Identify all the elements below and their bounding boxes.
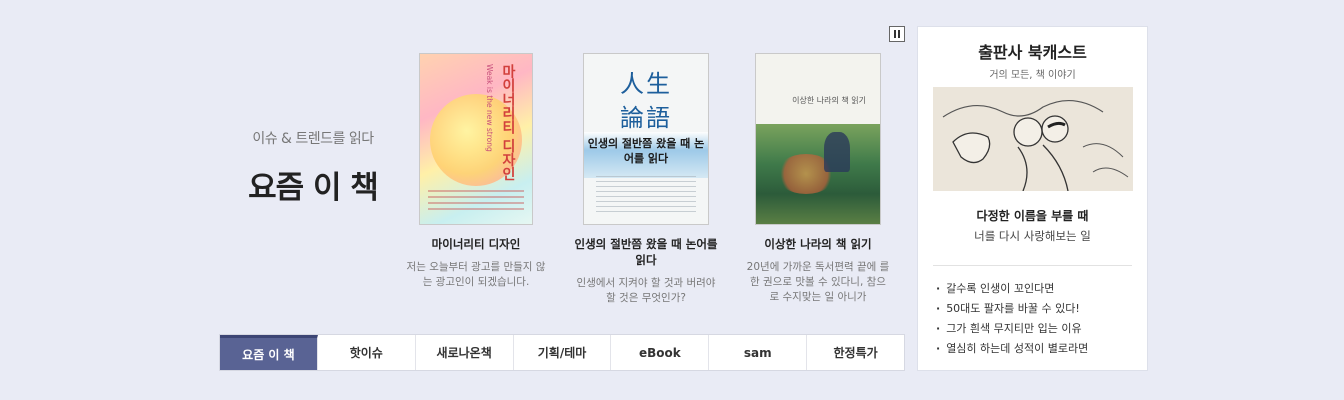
section-header: 이슈 & 트렌드를 읽다 요즘 이 책 [228,128,398,207]
cover-text-lines [428,190,524,214]
book-description: 저는 오늘부터 광고를 만들지 않는 광고인이 되겠습니다. [406,261,546,288]
tab-hot-issue[interactable]: 핫이슈 [318,335,416,370]
book-description: 인생에서 지켜야 할 것과 버려야 할 것은 무엇인가? [576,277,716,304]
tab-theme[interactable]: 기획/테마 [514,335,612,370]
list-item[interactable]: 50대도 팔자를 바꿀 수 있다! [936,299,1088,319]
list-item[interactable]: 갈수록 인생이 꼬인다면 [936,279,1088,299]
book-card[interactable]: 이상한 나라의 책 읽기 이상한 나라의 책 읽기 20년에 가까운 독서편력 … [740,54,896,305]
category-tabs: 요즘 이 책 핫이슈 새로나온책 기획/테마 eBook sam 한정특가 [219,334,905,371]
podcast-panel: 출판사 북캐스트 거의 모든, 책 이야기 다정한 이름을 부를 때 너를 다시… [917,26,1148,371]
book-cover[interactable]: 마이너리티 디자인 Weak is the new strong [420,54,532,224]
list-item[interactable]: 열심히 하는데 성적이 별로라면 [936,339,1088,359]
cover-hanja-2: 論語 [620,104,672,132]
section-title: 요즘 이 책 [248,170,379,206]
list-item[interactable]: 그가 흰색 무지티만 입는 이유 [936,319,1088,339]
tab-new-books[interactable]: 새로나온책 [416,335,514,370]
episode-subtitle: 너를 다시 사랑해보는 일 [974,229,1091,243]
cover-art [756,124,880,224]
book-card[interactable]: 人生 論語 인생의 절반쯤 왔을 때 논어를 읽다 인생의 절반쯤 왔을 때 논… [568,54,724,306]
podcast-subtitle: 거의 모든, 책 이야기 [989,70,1076,81]
episode-title[interactable]: 다정한 이름을 부를 때 [918,207,1147,224]
book-title[interactable]: 이상한 나라의 책 읽기 [740,236,896,252]
tab-ebook[interactable]: eBook [611,335,710,370]
cover-title: 인생의 절반쯤 왔을 때 논어를 읽다 [587,137,705,165]
book-cover[interactable]: 이상한 나라의 책 읽기 [756,54,880,224]
pause-icon[interactable] [889,26,905,42]
divider [933,265,1132,266]
tab-recent-books[interactable]: 요즘 이 책 [220,335,318,370]
book-card[interactable]: 마이너리티 디자인 Weak is the new strong 마이너리티 디… [398,54,554,290]
book-description: 20년에 가까운 독서편력 끝에 를 한 권으로 맛볼 수 있다니, 참으로 수… [746,261,890,303]
section-subtitle: 이슈 & 트렌드를 읽다 [252,131,374,147]
cover-title: 마이너리티 디자인 [500,64,516,181]
cover-text-lines [596,176,696,212]
book-title[interactable]: 마이너리티 디자인 [398,236,554,252]
book-title[interactable]: 인생의 절반쯤 왔을 때 논어를 읽다 [568,236,724,268]
tab-sam[interactable]: sam [709,335,808,370]
cover-title: 이상한 나라의 책 읽기 [792,96,866,105]
book-cover[interactable]: 人生 論語 인생의 절반쯤 왔을 때 논어를 읽다 [584,54,708,224]
podcast-list: 갈수록 인생이 꼬인다면 50대도 팔자를 바꿀 수 있다! 그가 흰색 무지티… [936,279,1088,359]
cover-hanja-1: 人生 [620,70,672,98]
podcast-title[interactable]: 출판사 북캐스트 [918,39,1147,63]
cover-subtitle: Weak is the new strong [485,64,494,152]
tab-special-price[interactable]: 한정특가 [807,335,904,370]
podcast-illustration[interactable] [933,87,1133,191]
